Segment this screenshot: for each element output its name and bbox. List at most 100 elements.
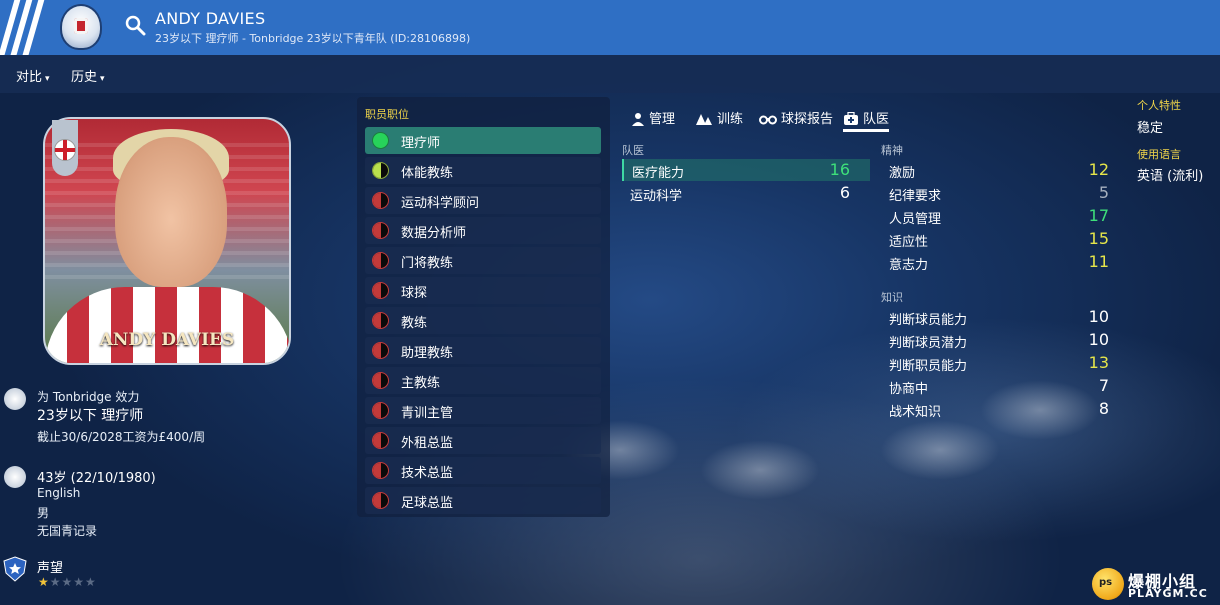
- attr-value: 7: [1098, 376, 1109, 395]
- attr-value: 13: [1088, 353, 1109, 372]
- history-menu[interactable]: 历史 ▾: [71, 66, 105, 85]
- attr-value: 12: [1088, 160, 1109, 179]
- attr-row-motivating[interactable]: 激励 12: [881, 159, 1129, 181]
- reputation-stars: ★★★★★: [38, 575, 97, 589]
- role-item-technical-director[interactable]: 技术总监: [365, 457, 601, 484]
- attr-row-judging-potential[interactable]: 判断球员潜力 10: [881, 329, 1129, 351]
- attr-name: 意志力: [889, 258, 929, 273]
- role-item-head-of-youth[interactable]: 青训主管: [365, 397, 601, 424]
- attr-name: 判断职员能力: [889, 359, 968, 374]
- role-label: 教练: [401, 316, 428, 331]
- role-label: 数据分析师: [401, 226, 467, 241]
- attr-row-adaptability[interactable]: 适应性 15: [881, 228, 1129, 250]
- reputation-shield-icon: [3, 556, 27, 582]
- attr-name: 战术知识: [889, 405, 942, 420]
- england-flag-icon: [52, 120, 78, 176]
- attr-name: 激励: [889, 166, 916, 181]
- portrait-caption: ANDY DAVIES: [99, 330, 235, 350]
- mental-section-title: 精神: [881, 144, 903, 157]
- role-label: 主教练: [401, 376, 441, 391]
- watermark-url: PLAYGM.CC: [1128, 587, 1208, 600]
- history-menu-label: 历史: [71, 70, 98, 85]
- role-suitability-icon: [372, 252, 389, 269]
- tab-label: 队医: [863, 112, 890, 127]
- role-item-sports-scientist[interactable]: 运动科学顾问: [365, 187, 601, 214]
- role-suitability-icon: [372, 432, 389, 449]
- role-item-data-analyst[interactable]: 数据分析师: [365, 217, 601, 244]
- role-label: 技术总监: [401, 466, 454, 481]
- nation-badge-icon[interactable]: [4, 466, 26, 488]
- watermark-logo-icon: ps: [1092, 568, 1124, 600]
- role-item-loan-manager[interactable]: 外租总监: [365, 427, 601, 454]
- knowledge-section-title: 知识: [881, 291, 903, 304]
- attr-value: 5: [1098, 183, 1109, 202]
- tab-label: 管理: [649, 112, 676, 127]
- role-item-assistant-manager[interactable]: 助理教练: [365, 337, 601, 364]
- attr-name: 人员管理: [889, 212, 942, 227]
- tab-manage[interactable]: 管理: [631, 108, 675, 132]
- attr-name: 判断球员潜力: [889, 336, 968, 351]
- tab-training[interactable]: 训练: [695, 108, 743, 132]
- contract-line: 截止30/6/2028工资为£400/周: [37, 430, 206, 444]
- medical-section-title: 队医: [622, 144, 644, 157]
- role-suitability-icon: [372, 492, 389, 509]
- nationality: English: [37, 486, 81, 500]
- attr-row-negotiating[interactable]: 协商中 7: [881, 375, 1129, 397]
- club-line[interactable]: 为 Tonbridge 效力: [37, 388, 139, 405]
- role-item-fitness-coach[interactable]: 体能教练: [365, 157, 601, 184]
- role-item-coach[interactable]: 教练: [365, 307, 601, 334]
- role-suitability-icon: [372, 402, 389, 419]
- stadium-light: [880, 420, 1000, 480]
- attr-row-determination[interactable]: 意志力 11: [881, 251, 1129, 273]
- role-suitability-icon: [372, 312, 389, 329]
- tab-label: 训练: [717, 112, 744, 127]
- role-line: 23岁以下 理疗师: [37, 408, 144, 424]
- role-label: 球探: [401, 286, 428, 301]
- age-line: 43岁 (22/10/1980): [37, 471, 156, 486]
- role-label: 运动科学顾问: [401, 196, 480, 211]
- role-item-physio[interactable]: 理疗师: [365, 127, 601, 154]
- attr-row-medicine[interactable]: 医疗能力 16: [622, 159, 870, 181]
- tab-scout-report[interactable]: 球探报告: [759, 108, 833, 132]
- club-crest-icon[interactable]: [4, 388, 26, 410]
- attr-name: 协商中: [889, 382, 929, 397]
- tab-medical[interactable]: 队医: [843, 108, 890, 132]
- reputation-label: 声望: [37, 561, 64, 576]
- player-portrait: [43, 117, 291, 365]
- role-item-scout[interactable]: 球探: [365, 277, 601, 304]
- header-stripes: [0, 0, 48, 55]
- attr-name: 适应性: [889, 235, 929, 250]
- role-suitability-icon: [372, 222, 389, 239]
- role-suitability-icon: [372, 372, 389, 389]
- personality-title: 个人特性: [1137, 99, 1181, 112]
- manage-icon: [632, 113, 644, 126]
- attr-value: 16: [829, 160, 850, 179]
- attr-row-judging-staff-ability[interactable]: 判断职员能力 13: [881, 352, 1129, 374]
- medical-kit-icon: [844, 111, 858, 125]
- role-item-manager[interactable]: 主教练: [365, 367, 601, 394]
- chevron-down-icon: ▾: [100, 74, 105, 84]
- attr-value: 15: [1088, 229, 1109, 248]
- watermark-badge-text: ps: [1099, 577, 1113, 588]
- search-icon[interactable]: [124, 14, 146, 36]
- stadium-light: [700, 440, 820, 500]
- attr-row-man-management[interactable]: 人员管理 17: [881, 205, 1129, 227]
- role-item-director-of-football[interactable]: 足球总监: [365, 487, 601, 514]
- compare-menu[interactable]: 对比 ▾: [16, 66, 50, 85]
- role-label: 足球总监: [401, 496, 454, 511]
- attr-row-judging-ability[interactable]: 判断球员能力 10: [881, 306, 1129, 328]
- attr-row-discipline[interactable]: 纪律要求 5: [881, 182, 1129, 204]
- role-suitability-icon: [372, 282, 389, 299]
- role-item-goalkeeping-coach[interactable]: 门将教练: [365, 247, 601, 274]
- attr-value: 11: [1088, 252, 1109, 271]
- player-subtitle: 23岁以下 理疗师 - Tonbridge 23岁以下青年队 (ID:28106…: [155, 32, 471, 45]
- language-title: 使用语言: [1137, 148, 1181, 161]
- attr-row-tactical-knowledge[interactable]: 战术知识 8: [881, 398, 1129, 420]
- training-icon: [696, 114, 712, 125]
- role-suitability-icon: [372, 132, 389, 149]
- attr-row-sports-science[interactable]: 运动科学 6: [622, 182, 870, 204]
- youth-record: 无国青记录: [37, 524, 98, 538]
- role-label: 门将教练: [401, 256, 454, 271]
- club-crest-icon[interactable]: [60, 4, 102, 50]
- personality-value: 稳定: [1137, 121, 1164, 136]
